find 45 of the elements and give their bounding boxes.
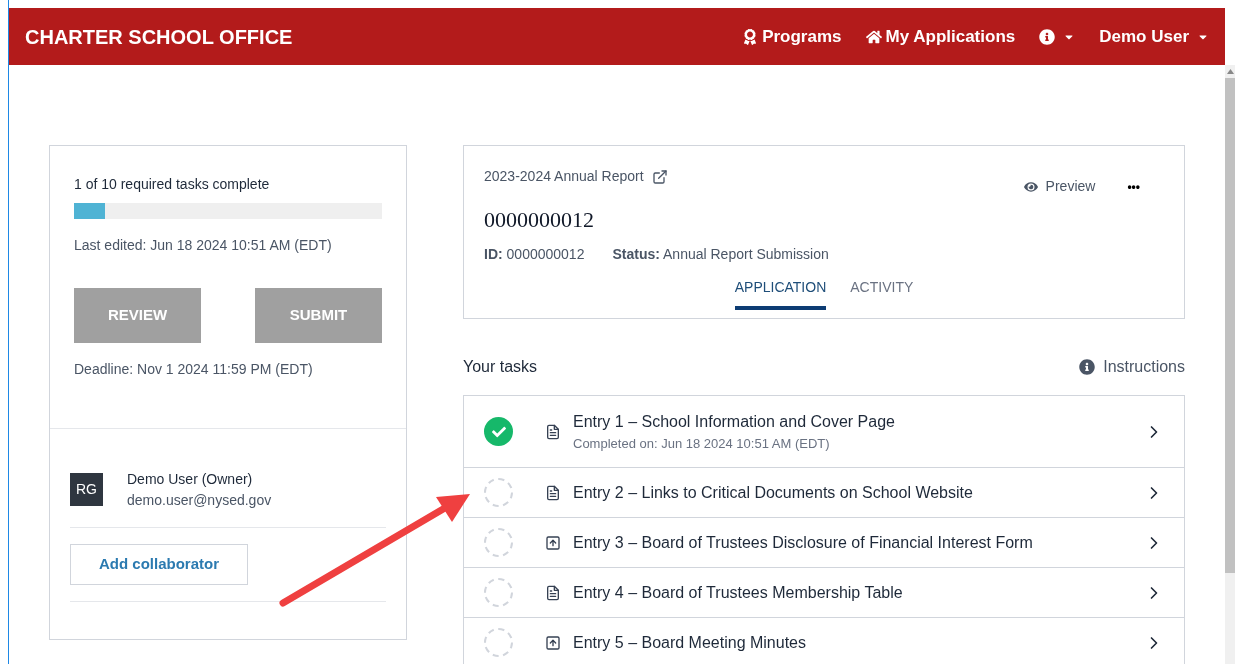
task-title: Entry 3 – Board of Trustees Disclosure of Financial Interest Form <box>573 532 1034 553</box>
upload-icon <box>545 534 561 551</box>
brand-title: CHARTER SCHOOL OFFICE <box>25 24 293 50</box>
progress-text: 1 of 10 required tasks complete <box>74 175 271 194</box>
collaborator-email: demo.user@nysed.gov <box>127 491 272 510</box>
status-text: Status: Annual Report Submission <box>612 245 829 264</box>
task-row[interactable]: Entry 1 – School Information and Cover Page Completed on: Jun 18 2024 10:51 AM (EDT) <box>464 396 1184 467</box>
add-collaborator-button[interactable]: Add collaborator <box>70 544 248 585</box>
collaborator-name: Demo User (Owner) <box>127 470 254 489</box>
more-button[interactable]: ••• <box>1127 177 1140 196</box>
eye-icon <box>1023 179 1038 194</box>
task-row[interactable]: Entry 2 – Links to Critical Documents on School Website <box>464 467 1184 517</box>
external-link-icon[interactable] <box>651 168 668 185</box>
tab[interactable]: APPLICATION <box>734 277 827 310</box>
tasks-heading: Your tasks <box>463 357 538 377</box>
nav-link[interactable]: My Applications <box>865 23 1016 50</box>
avatar: RG <box>70 473 103 506</box>
task-row[interactable]: Entry 5 – Board Meeting Minutes <box>464 617 1184 664</box>
preview-button[interactable]: Preview <box>1023 176 1096 197</box>
report-title: 2023-2024 Annual Report <box>484 167 644 186</box>
home-icon <box>865 28 882 45</box>
info-icon <box>1079 359 1096 375</box>
task-title: Entry 5 – Board Meeting Minutes <box>573 632 807 653</box>
tab[interactable]: ACTIVITY <box>850 277 914 310</box>
document-icon <box>545 584 561 601</box>
task-title: Entry 2 – Links to Critical Documents on School Website <box>573 482 974 503</box>
info-icon <box>1039 28 1056 45</box>
scroll-up-icon[interactable] <box>1227 69 1234 74</box>
document-icon <box>545 423 561 440</box>
application-number: 0000000012 <box>484 206 595 234</box>
nav-link[interactable]: Demo User <box>1099 23 1209 50</box>
upload-icon <box>545 634 561 651</box>
instructions-link[interactable]: Instructions <box>1079 355 1185 379</box>
document-icon <box>545 484 561 501</box>
task-row[interactable]: Entry 4 – Board of Trustees Membership Table <box>464 567 1184 617</box>
task-title: Entry 4 – Board of Trustees Membership Table <box>573 582 904 603</box>
task-note: Completed on: Jun 18 2024 10:51 AM (EDT) <box>573 434 831 453</box>
task-row[interactable]: Entry 3 – Board of Trustees Disclosure of Financial Interest Form <box>464 517 1184 567</box>
nav-link[interactable]: Programs <box>742 23 842 50</box>
scrollbar[interactable] <box>1225 65 1235 664</box>
last-edited-text: Last edited: Jun 18 2024 10:51 AM (EDT) <box>74 236 333 255</box>
deadline-text: Deadline: Nov 1 2024 11:59 PM (EDT) <box>74 360 314 379</box>
award-icon <box>742 28 759 45</box>
task-title: Entry 1 – School Information and Cover Page <box>573 411 896 432</box>
id-text: ID: 0000000012 <box>484 245 585 264</box>
